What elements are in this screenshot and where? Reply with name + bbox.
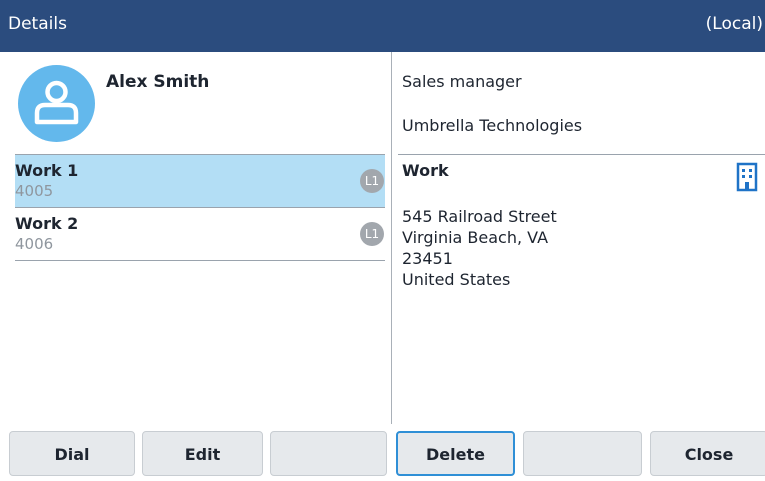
contact-job-title: Sales manager — [402, 72, 522, 91]
dial-button[interactable]: Dial — [9, 431, 135, 476]
edit-button[interactable]: Edit — [142, 431, 263, 476]
phone-number-label: Work 1 — [15, 161, 79, 180]
empty-softkey-1[interactable] — [270, 431, 387, 476]
contact-name: Alex Smith — [106, 72, 210, 92]
details-divider — [398, 154, 765, 155]
contact-company: Umbrella Technologies — [402, 116, 583, 135]
line-badge: L1 — [360, 222, 384, 246]
line-badge: L1 — [360, 169, 384, 193]
phone-number-value: 4006 — [15, 235, 54, 253]
softkey-bar: Dial Edit Delete Close — [0, 424, 765, 481]
title-bar: Details (Local) — [0, 0, 765, 52]
address-country: United States — [402, 270, 511, 289]
phone-number-label: Work 2 — [15, 214, 79, 233]
directory-source-label: (Local) — [705, 14, 763, 34]
address-block: 545 Railroad Street Virginia Beach, VA 2… — [402, 206, 557, 290]
phone-number-row-work-1[interactable]: Work 1 4005 L1 — [15, 154, 385, 208]
empty-softkey-2[interactable] — [523, 431, 642, 476]
address-postal-code: 23451 — [402, 249, 453, 268]
address-city-state: Virginia Beach, VA — [402, 228, 549, 247]
phone-number-value: 4005 — [15, 182, 54, 200]
address-label: Work — [402, 161, 449, 180]
contact-avatar-icon — [18, 65, 95, 142]
page-title: Details — [8, 14, 67, 34]
phone-number-row-work-2[interactable]: Work 2 4006 L1 — [15, 208, 385, 261]
pane-divider — [391, 52, 392, 424]
phone-number-list: Work 1 4005 L1 Work 2 4006 L1 — [15, 154, 385, 261]
close-button[interactable]: Close — [650, 431, 765, 476]
building-icon — [735, 162, 759, 196]
address-street: 545 Railroad Street — [402, 207, 557, 226]
delete-button[interactable]: Delete — [396, 431, 515, 476]
